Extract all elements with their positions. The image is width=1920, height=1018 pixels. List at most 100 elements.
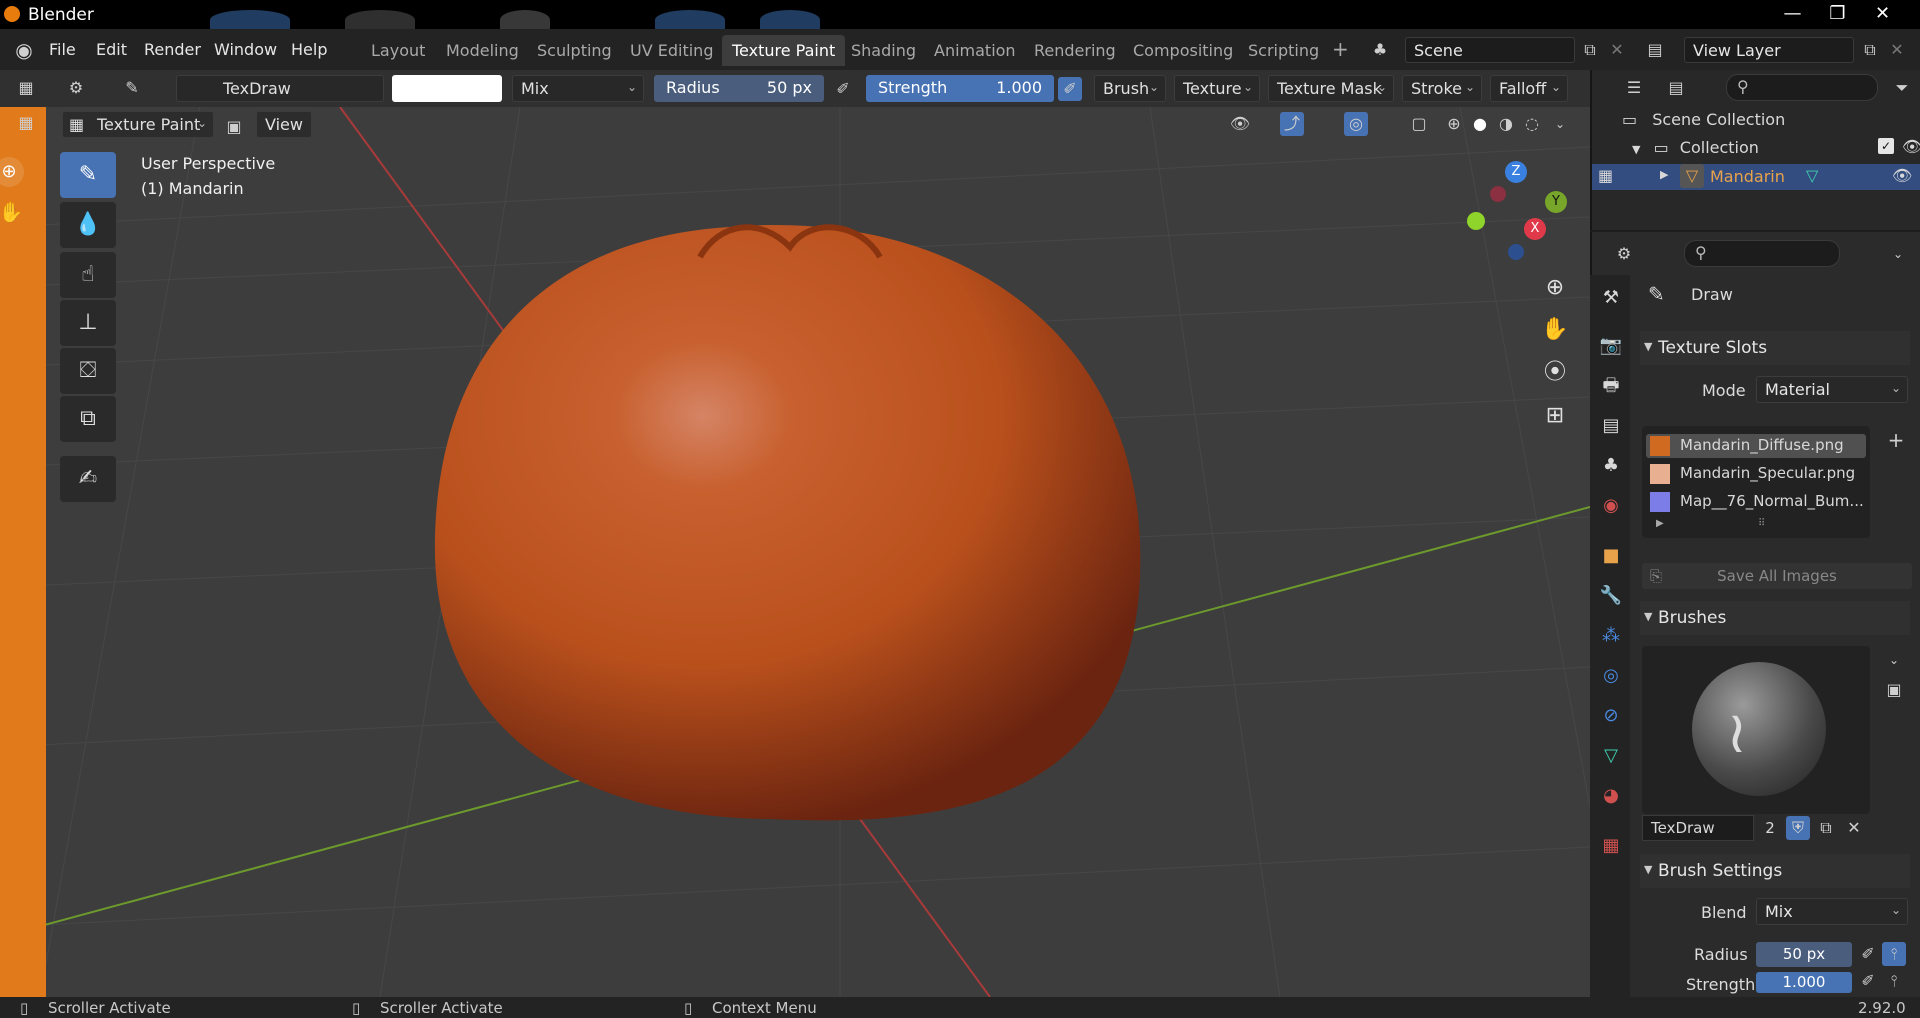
brush-color-swatch[interactable] bbox=[392, 75, 502, 102]
view-layer-field[interactable]: View Layer bbox=[1684, 37, 1854, 63]
view-layer-tab-icon[interactable]: ▤ bbox=[1598, 413, 1624, 439]
smear-tool-icon[interactable]: ☝ bbox=[60, 252, 116, 298]
scene-field[interactable]: Scene bbox=[1405, 37, 1575, 63]
strength-pressure-icon[interactable]: ✐ bbox=[1856, 970, 1880, 992]
visibility-icon[interactable]: 👁 bbox=[1228, 112, 1252, 136]
3d-viewport[interactable] bbox=[0, 107, 1590, 997]
gizmo-x-axis[interactable]: X bbox=[1524, 218, 1546, 240]
display-mode-icon[interactable]: ▤ bbox=[1664, 76, 1688, 100]
unlink-brush-icon[interactable]: ✕ bbox=[1842, 816, 1866, 840]
minimize-button[interactable]: — bbox=[1770, 0, 1815, 29]
brush-name-field[interactable]: TexDraw bbox=[176, 75, 384, 102]
menu-file[interactable]: File bbox=[49, 40, 76, 59]
menu-window[interactable]: Window bbox=[214, 40, 277, 59]
paint-mask-icon[interactable]: ▦ bbox=[14, 111, 38, 135]
output-tab-icon[interactable]: 🖶 bbox=[1598, 373, 1624, 399]
zoom-view-icon[interactable]: ⊕ bbox=[1538, 271, 1572, 305]
radius-slider[interactable]: Radius 50 px bbox=[654, 75, 824, 102]
constraints-tab-icon[interactable]: ⊘ bbox=[1598, 703, 1624, 729]
tab-modeling[interactable]: Modeling bbox=[446, 41, 519, 60]
image-editor-strip[interactable]: ⊕ ✋ bbox=[0, 107, 46, 997]
falloff-menu[interactable]: Falloff ⌄ bbox=[1490, 75, 1568, 102]
brush-name-input[interactable]: TexDraw bbox=[1642, 815, 1754, 841]
scene-collection-row[interactable]: ▭ Scene Collection bbox=[1622, 110, 1785, 129]
blend-mode-dropdown[interactable]: Mix ⌄ bbox=[512, 75, 644, 102]
mandarin-object-row[interactable]: ▦ ▶ ▽ Mandarin ▽ 👁 bbox=[1592, 164, 1920, 190]
collection-checkbox[interactable]: ✓ bbox=[1878, 138, 1894, 154]
wireframe-shading-icon[interactable]: ⊕ bbox=[1442, 112, 1466, 136]
brush-preview-box[interactable]: ≀ bbox=[1642, 646, 1870, 814]
physics-tab-icon[interactable]: ◎ bbox=[1598, 663, 1624, 689]
soften-tool-icon[interactable]: 💧 bbox=[60, 202, 116, 248]
menu-help[interactable]: Help bbox=[291, 40, 327, 59]
fake-user-shield-icon[interactable]: ⛨ bbox=[1786, 816, 1810, 840]
fill-tool-icon[interactable]: ⛋ bbox=[60, 348, 116, 394]
properties-search-input[interactable]: ⚲ bbox=[1684, 240, 1840, 267]
particles-tab-icon[interactable]: ⁂ bbox=[1598, 623, 1624, 649]
object-visibility-eye-icon[interactable]: 👁 bbox=[1892, 166, 1912, 185]
expand-collection-icon[interactable]: ▼ bbox=[1632, 143, 1640, 156]
texture-slots-panel-header[interactable]: ▼ Texture Slots bbox=[1640, 331, 1910, 365]
tab-scripting[interactable]: Scripting bbox=[1248, 41, 1319, 60]
material-tab-icon[interactable]: ◕ bbox=[1598, 783, 1624, 809]
gizmo-y-axis[interactable]: Y bbox=[1545, 191, 1567, 213]
world-tab-icon[interactable]: ◉ bbox=[1598, 493, 1624, 519]
texture-tab-icon[interactable]: ▦ bbox=[1598, 833, 1624, 859]
view-layer-browse-icon[interactable]: ▤ bbox=[1643, 38, 1667, 62]
gizmo-toggle-icon[interactable]: ⤴ bbox=[1280, 112, 1304, 136]
menu-render[interactable]: Render bbox=[144, 40, 201, 59]
radius-pressure-icon[interactable]: ✐ bbox=[831, 77, 855, 101]
tab-rendering[interactable]: Rendering bbox=[1034, 41, 1116, 60]
pan-icon[interactable]: ✋ bbox=[0, 197, 26, 227]
brush-tool-icon[interactable]: ✎ bbox=[120, 76, 144, 100]
scene-browse-icon[interactable]: ♣ bbox=[1368, 38, 1392, 62]
brush-menu[interactable]: Brush ⌄ bbox=[1094, 75, 1166, 102]
xray-icon[interactable]: ▢ bbox=[1407, 112, 1431, 136]
texture-slot-item[interactable]: Mandarin_Specular.png bbox=[1646, 462, 1866, 486]
duplicate-brush-icon[interactable]: ⧉ bbox=[1814, 816, 1838, 840]
texture-slot-item[interactable]: Map__76_Normal_Bum... bbox=[1646, 490, 1866, 514]
list-resize-handle[interactable]: ⠿ bbox=[1758, 518, 1765, 529]
texture-slot-item[interactable]: Mandarin_Diffuse.png bbox=[1646, 434, 1866, 458]
camera-view-icon[interactable]: ⦿ bbox=[1538, 356, 1572, 390]
material-shading-icon[interactable]: ◑ bbox=[1494, 112, 1518, 136]
close-button[interactable]: ✕ bbox=[1860, 0, 1905, 29]
menu-edit[interactable]: Edit bbox=[96, 40, 127, 59]
object-tab-icon[interactable]: ■ bbox=[1598, 543, 1624, 569]
tab-sculpting[interactable]: Sculpting bbox=[537, 41, 612, 60]
save-all-images-button[interactable]: ⎘ Save All Images bbox=[1642, 563, 1912, 589]
tab-compositing[interactable]: Compositing bbox=[1133, 41, 1233, 60]
outliner-search-input[interactable]: ⚲ bbox=[1726, 74, 1878, 101]
shading-options-icon[interactable]: ⌄ bbox=[1548, 112, 1572, 136]
stroke-menu[interactable]: Stroke ⌄ bbox=[1402, 75, 1482, 102]
overlay-toggle-icon[interactable]: ◎ bbox=[1344, 112, 1368, 136]
render-tab-icon[interactable]: 📷 bbox=[1598, 333, 1624, 359]
tool-tab-icon[interactable]: ⚒ bbox=[1598, 285, 1624, 311]
list-expand-icon[interactable]: ▶ bbox=[1656, 518, 1664, 529]
brush-users-count[interactable]: 2 bbox=[1756, 815, 1784, 841]
blender-menu-icon[interactable]: ◉ bbox=[12, 38, 36, 62]
scene-tab-icon[interactable]: ♣ bbox=[1598, 453, 1624, 479]
texture-menu[interactable]: Texture ⌄ bbox=[1174, 75, 1260, 102]
tab-uv-editing[interactable]: UV Editing bbox=[630, 41, 713, 60]
outliner-editor-type-icon[interactable]: ☰ bbox=[1622, 76, 1646, 100]
tab-layout[interactable]: Layout bbox=[371, 41, 425, 60]
brush-browse-icon[interactable]: ⌄ bbox=[1882, 648, 1906, 672]
ortho-toggle-icon[interactable]: ⊞ bbox=[1538, 399, 1572, 433]
tool-settings-icon[interactable]: ⚙ bbox=[64, 76, 88, 100]
filter-icon[interactable]: ⏷ bbox=[1890, 76, 1914, 100]
delete-view-layer-icon[interactable]: ✕ bbox=[1885, 38, 1909, 62]
strength-field[interactable]: 1.000 bbox=[1756, 972, 1852, 993]
editor-type-icon[interactable]: ▦ bbox=[14, 76, 38, 100]
texture-mode-dropdown[interactable]: Material ⌄ bbox=[1756, 376, 1908, 403]
radius-unit-icon[interactable]: ⫯ bbox=[1882, 942, 1906, 966]
pan-view-icon[interactable]: ✋ bbox=[1538, 313, 1572, 347]
collection-row[interactable]: ▼ ▭ Collection ✓ 👁 bbox=[1632, 137, 1920, 157]
radius-field[interactable]: 50 px bbox=[1756, 942, 1852, 967]
brush-settings-panel-header[interactable]: ▼ Brush Settings bbox=[1640, 854, 1910, 888]
mask-tool-icon[interactable]: ⧉ bbox=[60, 396, 116, 442]
tab-animation[interactable]: Animation bbox=[934, 41, 1016, 60]
visibility-eye-icon[interactable]: 👁 bbox=[1902, 137, 1920, 156]
texture-mask-menu[interactable]: Texture Mask ⌄ bbox=[1268, 75, 1394, 102]
gizmo-z-axis[interactable]: Z bbox=[1505, 161, 1527, 183]
